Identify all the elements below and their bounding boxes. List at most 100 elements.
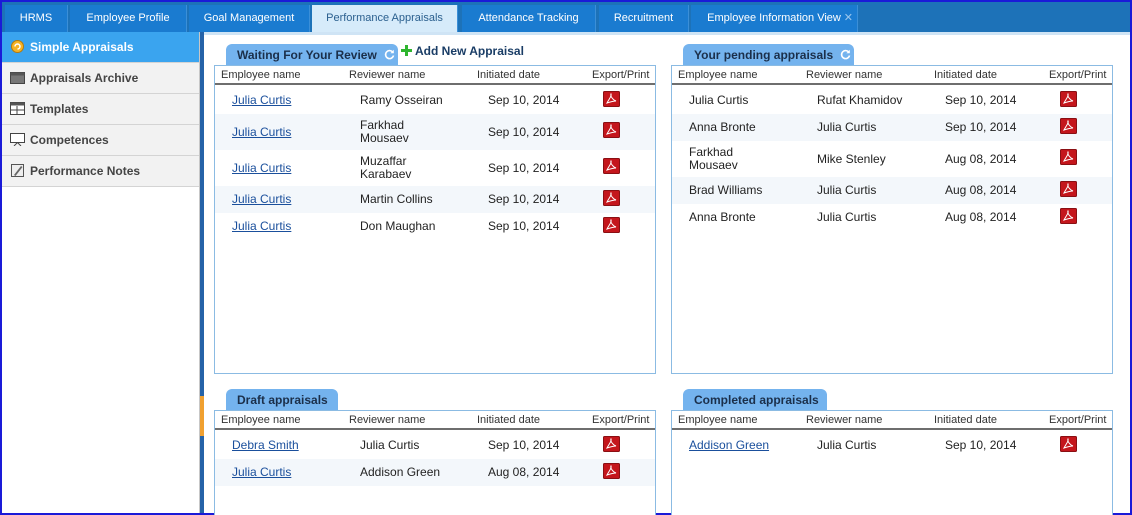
reviewer-name-cell: Mike Stenley (817, 152, 886, 166)
pdf-export-icon[interactable] (1060, 181, 1077, 197)
panel-title: Completed appraisals (694, 393, 819, 407)
tab-goal-management[interactable]: Goal Management (189, 5, 310, 32)
sidebar-item-label: Performance Notes (30, 164, 141, 178)
add-new-appraisal-link[interactable]: Add New Appraisal (401, 44, 524, 58)
main-tab-bar: HRMS Employee Profile Goal Management Pe… (2, 2, 1130, 32)
pdf-export-icon[interactable] (603, 463, 620, 479)
tab-hrms[interactable]: HRMS (5, 5, 68, 32)
initiated-date-cell: Sep 10, 2014 (488, 192, 560, 206)
tab-label: Employee Profile (86, 12, 170, 24)
col-employee-name: Employee name (678, 69, 758, 81)
tab-label: Recruitment (613, 12, 674, 24)
pdf-export-icon[interactable] (603, 190, 620, 206)
col-export-print: Export/Print (1049, 69, 1107, 81)
pdf-export-icon[interactable] (1060, 208, 1077, 224)
panel-title: Your pending appraisals (694, 48, 834, 62)
tab-recruitment[interactable]: Recruitment (599, 5, 689, 32)
initiated-date-cell: Sep 10, 2014 (488, 125, 560, 139)
employee-name-cell[interactable]: Julia Curtis (232, 94, 291, 107)
reviewer-name-cell: Ramy Osseiran (360, 93, 443, 107)
sidebar: Simple Appraisals Appraisals Archive Tem… (2, 32, 200, 513)
col-employee-name: Employee name (221, 69, 301, 81)
add-new-label: Add New Appraisal (415, 44, 524, 58)
col-initiated-date: Initiated date (934, 69, 997, 81)
panel-title: Waiting For Your Review (237, 48, 377, 62)
sidebar-item-label: Appraisals Archive (30, 71, 139, 85)
table-header: Employee name Reviewer name Initiated da… (672, 411, 1112, 430)
employee-name-cell[interactable]: Julia Curtis (232, 193, 291, 206)
tab-label: Performance Appraisals (326, 12, 443, 24)
reviewer-name-cell: Addison Green (360, 465, 441, 479)
tab-attendance-tracking[interactable]: Attendance Tracking (462, 5, 596, 32)
table-row[interactable]: Julia Curtis Rufat Khamidov Sep 10, 2014 (672, 87, 1112, 114)
appraisal-icon (11, 40, 24, 53)
table-row[interactable]: Julia Curtis Farkhad Mousaev Sep 10, 2014 (215, 114, 655, 150)
pdf-export-icon[interactable] (603, 91, 620, 107)
employee-name-cell[interactable]: Julia Curtis (232, 162, 291, 175)
sidebar-item-label: Competences (30, 133, 109, 147)
table-row[interactable]: Addison Green Julia Curtis Sep 10, 2014 (672, 432, 1112, 459)
close-icon[interactable]: ✕ (844, 5, 853, 32)
employee-name-cell[interactable]: Julia Curtis (232, 220, 291, 233)
draft-appraisals-panel: Draft appraisals Employee name Reviewer … (214, 389, 656, 515)
panel-title-tab: Your pending appraisals (683, 44, 854, 66)
waiting-table: Employee name Reviewer name Initiated da… (214, 65, 656, 374)
employee-name-cell: Brad Williams (689, 183, 763, 197)
reviewer-name-cell: Farkhad Mousaev (360, 118, 409, 145)
pdf-export-icon[interactable] (603, 158, 620, 174)
table-row[interactable]: Julia Curtis Ramy Osseiran Sep 10, 2014 (215, 87, 655, 114)
initiated-date-cell: Aug 08, 2014 (945, 210, 1017, 224)
reviewer-name-cell: Don Maughan (360, 219, 436, 233)
col-initiated-date: Initiated date (934, 414, 997, 426)
table-row[interactable]: Anna Bronte Julia Curtis Sep 10, 2014 (672, 114, 1112, 141)
col-reviewer-name: Reviewer name (349, 69, 426, 81)
table-row[interactable]: Farkhad Mousaev Mike Stenley Aug 08, 2014 (672, 141, 1112, 177)
table-row[interactable]: Anna Bronte Julia Curtis Aug 08, 2014 (672, 204, 1112, 231)
table-row[interactable]: Julia Curtis Martin Collins Sep 10, 2014 (215, 186, 655, 213)
refresh-icon[interactable] (840, 49, 851, 60)
table-header: Employee name Reviewer name Initiated da… (215, 411, 655, 430)
tab-performance-appraisals[interactable]: Performance Appraisals (312, 5, 458, 32)
sidebar-item-label: Templates (30, 102, 89, 116)
panel-title-tab: Draft appraisals (226, 389, 338, 411)
competences-icon (10, 133, 25, 146)
tab-employee-profile[interactable]: Employee Profile (70, 5, 187, 32)
employee-name-cell[interactable]: Julia Curtis (232, 126, 291, 139)
sidebar-item-simple-appraisals[interactable]: Simple Appraisals (2, 32, 199, 63)
tab-label: HRMS (19, 12, 53, 24)
panel-title-tab: Waiting For Your Review (226, 44, 398, 66)
table-row[interactable]: Brad Williams Julia Curtis Aug 08, 2014 (672, 177, 1112, 204)
employee-name-cell[interactable]: Julia Curtis (232, 466, 291, 479)
pdf-export-icon[interactable] (603, 436, 620, 452)
pdf-export-icon[interactable] (603, 122, 620, 138)
sidebar-item-appraisals-archive[interactable]: Appraisals Archive (2, 63, 199, 94)
employee-name-cell[interactable]: Addison Green (689, 439, 769, 452)
refresh-icon[interactable] (384, 49, 395, 60)
table-row[interactable]: Debra Smith Julia Curtis Sep 10, 2014 (215, 432, 655, 459)
col-reviewer-name: Reviewer name (806, 69, 883, 81)
sidebar-item-templates[interactable]: Templates (2, 94, 199, 125)
table-header: Employee name Reviewer name Initiated da… (215, 66, 655, 85)
sidebar-item-competences[interactable]: Competences (2, 125, 199, 156)
pdf-export-icon[interactable] (1060, 91, 1077, 107)
initiated-date-cell: Sep 10, 2014 (488, 161, 560, 175)
table-header: Employee name Reviewer name Initiated da… (672, 66, 1112, 85)
table-row[interactable]: Julia Curtis Don Maughan Sep 10, 2014 (215, 213, 655, 240)
col-initiated-date: Initiated date (477, 414, 540, 426)
table-row[interactable]: Julia Curtis Addison Green Aug 08, 2014 (215, 459, 655, 486)
pdf-export-icon[interactable] (1060, 118, 1077, 134)
pdf-export-icon[interactable] (1060, 149, 1077, 165)
table-row[interactable]: Julia Curtis Muzaffar Karabaev Sep 10, 201… (215, 150, 655, 186)
employee-name-cell: Farkhad Mousaev (689, 145, 738, 172)
initiated-date-cell: Sep 10, 2014 (945, 438, 1017, 452)
tab-label: Employee Information View (707, 12, 841, 24)
reviewer-name-cell: Julia Curtis (817, 183, 877, 197)
pdf-export-icon[interactable] (1060, 436, 1077, 452)
col-export-print: Export/Print (592, 69, 650, 81)
initiated-date-cell: Sep 10, 2014 (945, 120, 1017, 134)
sidebar-item-performance-notes[interactable]: Performance Notes (2, 156, 199, 187)
pdf-export-icon[interactable] (603, 217, 620, 233)
tab-employee-information-view[interactable]: Employee Information View ✕ (691, 5, 858, 32)
initiated-date-cell: Aug 08, 2014 (945, 152, 1017, 166)
employee-name-cell[interactable]: Debra Smith (232, 439, 299, 452)
